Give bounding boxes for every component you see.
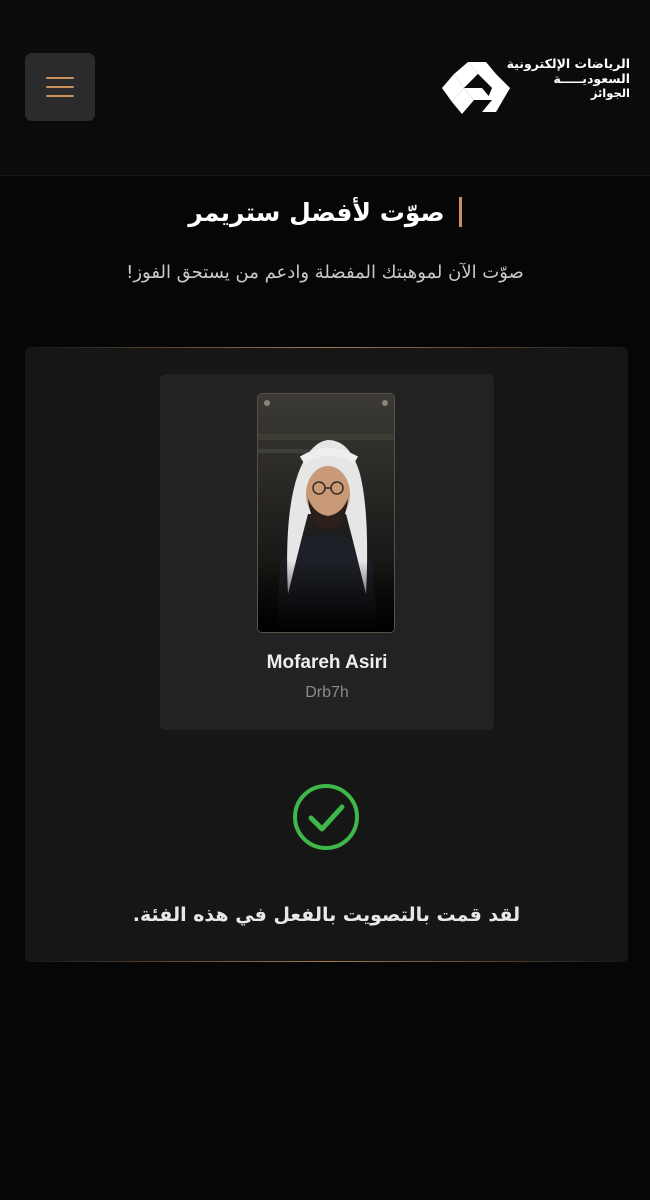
page-subtitle: صوّت الآن لموهبتك المفضلة وادعم من يستحق… <box>126 262 524 283</box>
nominee-photo <box>258 394 394 632</box>
menu-line <box>46 95 74 97</box>
already-voted-message: لقد قمت بالتصويت بالفعل في هذه الفئة. <box>132 904 521 926</box>
title-accent-bar <box>458 197 462 227</box>
top-header: الرياضات الإلكترونية السعوديـــــة الجوا… <box>0 0 650 176</box>
nominee-handle: Drb7h <box>305 684 349 701</box>
card-top-glow <box>25 347 628 348</box>
check-circle-icon <box>293 784 359 850</box>
frame-bolt <box>382 400 388 406</box>
card-bottom-glow <box>25 961 628 962</box>
nominee-card[interactable]: Mofareh Asiri Drb7h <box>160 374 494 730</box>
page-title-row: صوّت لأفضل ستريمر <box>0 192 650 232</box>
logo-line-3: الجوائز <box>590 86 630 100</box>
menu-button[interactable] <box>25 53 95 121</box>
logo-mark-icon <box>442 62 510 114</box>
frame-bolt <box>264 400 270 406</box>
page-title: صوّت لأفضل ستريمر <box>188 197 445 227</box>
logo-line-1: الرياضات الإلكترونية <box>506 56 630 71</box>
nominee-name: Mofareh Asiri <box>266 652 388 673</box>
saudi-esports-awards-logo[interactable]: الرياضات الإلكترونية السعوديـــــة الجوا… <box>440 56 630 118</box>
logo-text: الرياضات الإلكترونية السعوديـــــة الجوا… <box>507 56 630 101</box>
logo-line-2: السعوديـــــة <box>553 71 630 86</box>
nominee-portrait-image <box>258 394 394 632</box>
vote-card: Mofareh Asiri Drb7h لقد قمت بالتصويت بال… <box>25 347 628 962</box>
menu-line <box>46 86 74 88</box>
menu-line <box>46 77 74 79</box>
